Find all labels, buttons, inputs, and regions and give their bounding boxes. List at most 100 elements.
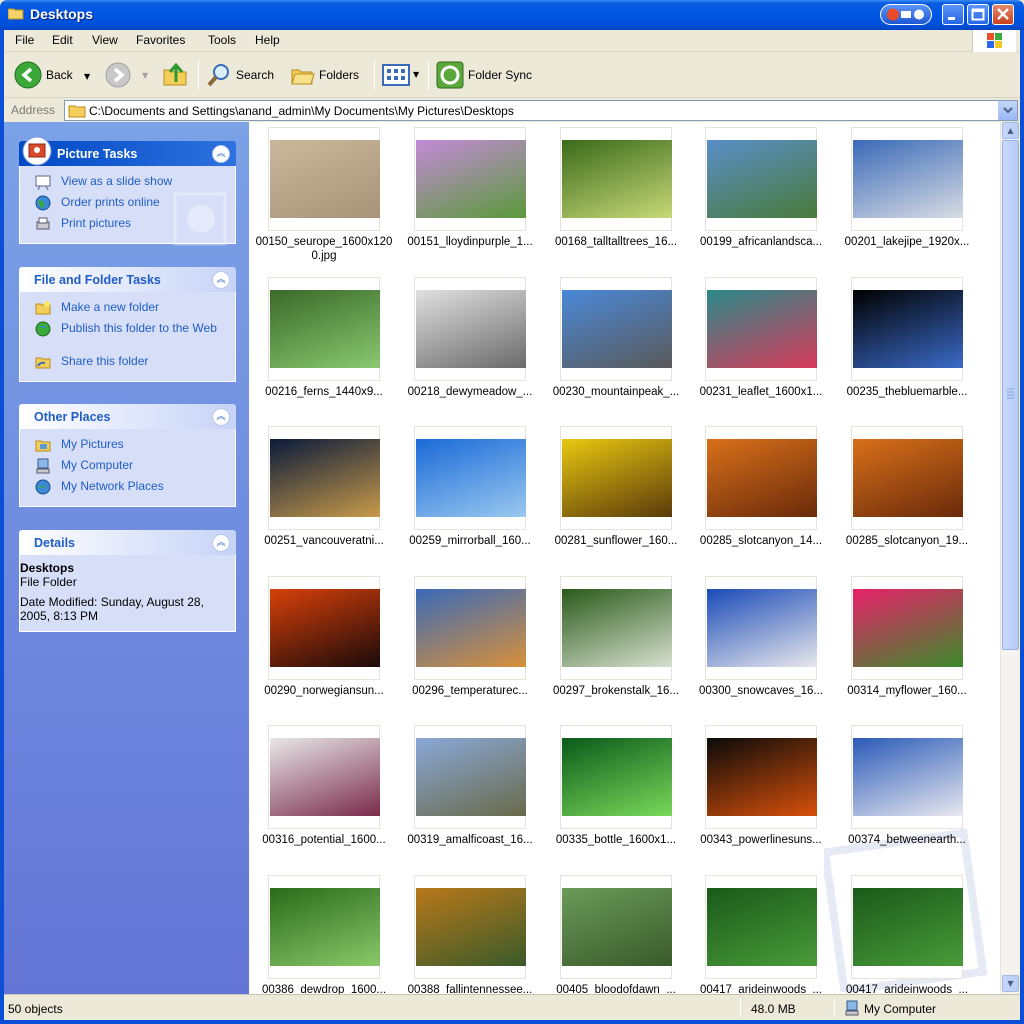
file-thumbnail[interactable] (705, 426, 817, 530)
other-places-header[interactable]: Other Places ︽ (19, 404, 236, 429)
file-thumbnail[interactable] (414, 127, 526, 231)
file-thumbnail[interactable] (268, 426, 380, 530)
file-name-label[interactable]: 00374_betweenearth... (834, 833, 980, 847)
file-name-label[interactable]: 00405_bloodofdawn_... (543, 983, 689, 994)
file-thumbnail[interactable] (560, 725, 672, 829)
scroll-up-button[interactable]: ▲ (1002, 122, 1019, 139)
place-my-computer[interactable]: My Computer (20, 456, 235, 477)
file-name-label[interactable]: 00168_talltalltrees_16... (543, 235, 689, 249)
scroll-down-button[interactable]: ▼ (1002, 975, 1019, 992)
collapse-icon[interactable]: ︽ (212, 145, 230, 163)
file-thumbnail[interactable] (705, 127, 817, 231)
file-name-label[interactable]: 00386_dewdrop_1600... (251, 983, 397, 994)
file-name-label[interactable]: 00201_lakejipe_1920x... (834, 235, 980, 249)
file-name-label[interactable]: 00296_temperaturec... (397, 684, 543, 698)
file-thumbnail[interactable] (851, 277, 963, 381)
file-name-label[interactable]: 00314_myflower_160... (834, 684, 980, 698)
file-name-label[interactable]: 00285_slotcanyon_14... (688, 534, 834, 548)
file-name-label[interactable]: 00281_sunflower_160... (543, 534, 689, 548)
file-name-label[interactable]: 00216_ferns_1440x9... (251, 385, 397, 399)
place-my-network[interactable]: My Network Places (20, 477, 235, 498)
forward-button[interactable]: ▼ (104, 61, 154, 89)
file-name-label[interactable]: 00417_arideinwoods_... (834, 983, 980, 994)
file-thumbnail[interactable] (268, 576, 380, 680)
file-thumbnail[interactable] (560, 426, 672, 530)
collapse-icon[interactable]: ︽ (212, 534, 230, 552)
file-name-label[interactable]: 00230_mountainpeak_... (543, 385, 689, 399)
menu-view[interactable]: View (92, 33, 118, 47)
file-name-label[interactable]: 00316_potential_1600... (251, 833, 397, 847)
file-name-label[interactable]: 00259_mirrorball_160... (397, 534, 543, 548)
file-name-label[interactable]: 00335_bottle_1600x1... (543, 833, 689, 847)
file-name-label[interactable]: 00218_dewymeadow_... (397, 385, 543, 399)
folder-sync-button[interactable]: Folder Sync (434, 60, 544, 90)
forward-dropdown-icon[interactable]: ▼ (142, 71, 148, 80)
views-button[interactable]: ▼ (380, 61, 422, 89)
window-extra-button[interactable] (880, 4, 932, 25)
views-dropdown-icon[interactable]: ▼ (413, 70, 419, 79)
close-button[interactable] (992, 4, 1014, 25)
address-dropdown-button[interactable] (998, 101, 1017, 120)
menu-edit[interactable]: Edit (52, 33, 73, 47)
task-make-new-folder[interactable]: Make a new folder (20, 298, 235, 319)
file-thumbnail[interactable] (705, 277, 817, 381)
file-thumbnail[interactable] (560, 875, 672, 979)
file-thumbnail[interactable] (414, 576, 526, 680)
file-folder-tasks-header[interactable]: File and Folder Tasks ︽ (19, 267, 236, 292)
file-name-label[interactable]: 00417_arideinwoods_... (688, 983, 834, 994)
file-name-label[interactable]: 00388_fallintennessee... (397, 983, 543, 994)
file-thumbnail[interactable] (414, 725, 526, 829)
file-thumbnail[interactable] (705, 875, 817, 979)
task-share-folder[interactable]: Share this folder (20, 352, 235, 373)
place-my-pictures[interactable]: My Pictures (20, 435, 235, 456)
minimize-button[interactable] (942, 4, 964, 25)
file-thumbnail[interactable] (414, 426, 526, 530)
file-thumbnail[interactable] (851, 576, 963, 680)
folders-button[interactable]: Folders (288, 60, 368, 90)
file-thumbnail[interactable] (851, 426, 963, 530)
file-thumbnail[interactable] (268, 875, 380, 979)
file-name-label[interactable]: 00319_amalficoast_16... (397, 833, 543, 847)
file-name-label[interactable]: 00297_brokenstalk_16... (543, 684, 689, 698)
title-bar[interactable]: Desktops (0, 0, 1024, 30)
file-thumbnail[interactable] (268, 127, 380, 231)
back-button[interactable]: Back ▼ (12, 60, 96, 90)
search-button[interactable]: Search (204, 60, 282, 90)
vertical-scrollbar[interactable]: ▲ ▼ (1000, 122, 1020, 994)
file-name-label[interactable]: 00251_vancouveratni... (251, 534, 397, 548)
file-thumbnail[interactable] (851, 725, 963, 829)
file-thumbnail[interactable] (560, 127, 672, 231)
file-thumbnail[interactable] (414, 875, 526, 979)
file-name-label[interactable]: 00290_norwegiansun... (251, 684, 397, 698)
menu-tools[interactable]: Tools (208, 33, 236, 47)
file-thumbnail[interactable] (705, 725, 817, 829)
file-name-label[interactable]: 00150_seurope_1600x1200.jpg (251, 235, 397, 263)
file-thumbnail[interactable] (560, 277, 672, 381)
back-dropdown-icon[interactable]: ▼ (84, 72, 90, 81)
task-print-pictures[interactable]: Print pictures (20, 214, 235, 235)
file-name-label[interactable]: 00151_lloydinpurple_1... (397, 235, 543, 249)
task-order-prints[interactable]: Order prints online (20, 193, 235, 214)
file-thumbnail[interactable] (851, 127, 963, 231)
file-name-label[interactable]: 00235_thebluemarble... (834, 385, 980, 399)
task-view-slideshow[interactable]: View as a slide show (20, 172, 235, 193)
menu-help[interactable]: Help (255, 33, 280, 47)
file-thumbnail[interactable] (705, 576, 817, 680)
file-list-view[interactable]: 00150_seurope_1600x1200.jpg 00151_lloydin… (249, 122, 1000, 994)
file-name-label[interactable]: 00199_africanlandsca... (688, 235, 834, 249)
file-thumbnail[interactable] (414, 277, 526, 381)
collapse-icon[interactable]: ︽ (212, 271, 230, 289)
file-thumbnail[interactable] (268, 725, 380, 829)
file-thumbnail[interactable] (268, 277, 380, 381)
address-field[interactable]: C:\Documents and Settings\anand_admin\My… (64, 100, 1018, 121)
menu-favorites[interactable]: Favorites (136, 33, 185, 47)
task-publish-folder[interactable]: Publish this folder to the Web (20, 319, 235, 352)
file-thumbnail[interactable] (851, 875, 963, 979)
maximize-button[interactable] (967, 4, 989, 25)
file-name-label[interactable]: 00343_powerlinesuns... (688, 833, 834, 847)
file-thumbnail[interactable] (560, 576, 672, 680)
collapse-icon[interactable]: ︽ (212, 408, 230, 426)
file-name-label[interactable]: 00231_leaflet_1600x1... (688, 385, 834, 399)
menu-file[interactable]: File (15, 33, 34, 47)
up-folder-button[interactable] (162, 60, 190, 90)
